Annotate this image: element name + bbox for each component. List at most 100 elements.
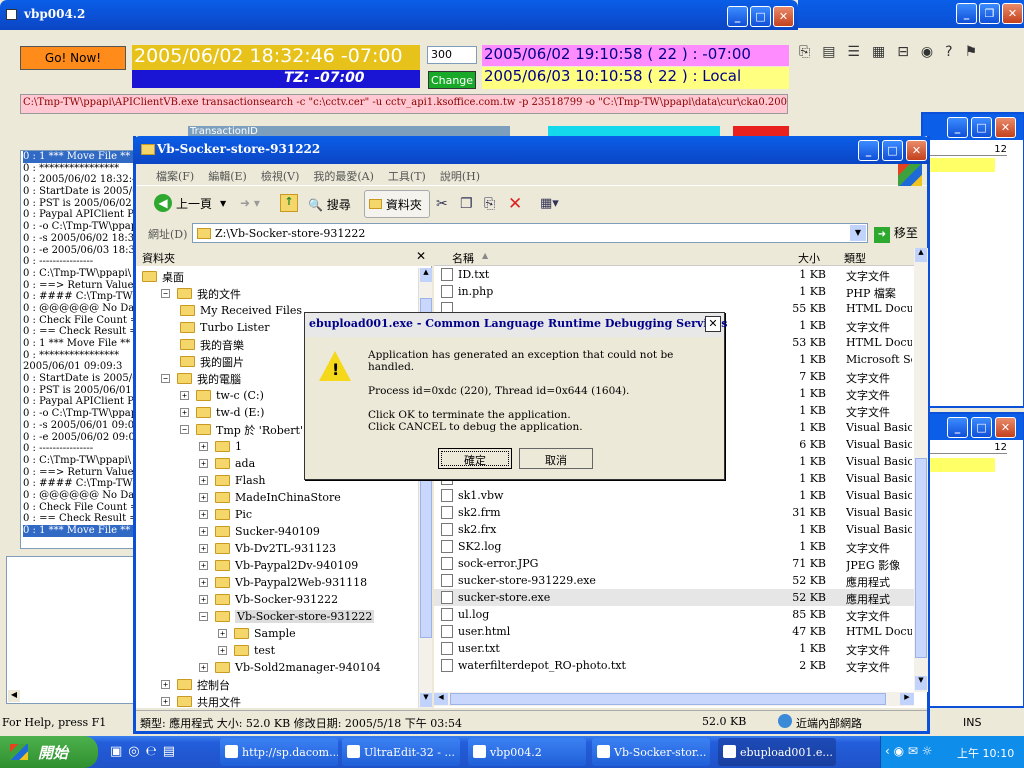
file-row[interactable]: waterfilterdepot_RO-photo.txt 2 KB 文字文件 — [434, 657, 914, 674]
expand-icon[interactable]: + — [199, 459, 208, 468]
tree-item[interactable]: + Vb-Socker-931222 — [199, 591, 338, 608]
log-line[interactable]: 0 : C:\Tmp-TW\ppapi\ — [23, 268, 137, 280]
collapse-icon[interactable]: − — [161, 289, 170, 298]
menu-item[interactable]: 檔案(F) — [156, 168, 194, 184]
close-icon[interactable]: ✕ — [416, 249, 426, 263]
log-line[interactable]: 0 : == Check Result = — [23, 513, 137, 525]
log-line[interactable]: 0 : 2005/06/02 18:32:4 — [23, 174, 137, 186]
file-row[interactable]: ul.log 85 KB 文字文件 — [434, 606, 914, 623]
col-name[interactable]: 名稱 — [452, 250, 474, 266]
expand-icon[interactable]: + — [199, 510, 208, 519]
expand-icon[interactable]: + — [199, 493, 208, 502]
go-button[interactable]: ➜ 移至 — [874, 224, 918, 243]
file-row[interactable]: sock-error.JPG 71 KB JPEG 影像 — [434, 555, 914, 572]
log-line[interactable]: 0 : 1 *** Move File ** — [23, 151, 137, 163]
tree-item[interactable]: − 我的文件 — [161, 285, 241, 302]
expand-icon[interactable]: + — [180, 408, 189, 417]
minimize-button[interactable]: _ — [947, 117, 968, 138]
expand-icon[interactable]: + — [199, 442, 208, 451]
collapse-icon[interactable]: − — [199, 612, 208, 621]
log-line[interactable]: 0 : -o C:\Tmp-TW\ppap — [23, 221, 137, 233]
log-line[interactable]: 0 : Check File Count = — [23, 502, 137, 514]
maximize-button[interactable]: □ — [882, 140, 903, 161]
tree-item[interactable]: 桌面 — [142, 268, 184, 285]
copy-icon[interactable]: ❐ — [460, 196, 473, 212]
expand-icon[interactable]: + — [218, 646, 227, 655]
tree-item[interactable]: Turbo Lister — [180, 319, 270, 336]
close-button[interactable]: ✕ — [705, 316, 721, 332]
expand-icon[interactable]: + — [199, 663, 208, 672]
menu-item[interactable]: 工具(T) — [388, 168, 426, 184]
paste-icon[interactable]: ⎘ — [484, 196, 495, 212]
maximize-button[interactable]: □ — [750, 6, 771, 27]
file-hscrollbar[interactable]: ◀ ▶ — [434, 692, 914, 706]
tree-item[interactable]: + Vb-Paypal2Dv-940109 — [199, 557, 358, 574]
log-line[interactable]: 0 : **************** — [23, 163, 137, 175]
tree-item[interactable]: + Sample — [218, 625, 296, 642]
expand-icon[interactable]: + — [161, 680, 170, 689]
close-button[interactable]: ✕ — [773, 6, 794, 27]
tree-item[interactable]: + Vb-Paypal2Web-931118 — [199, 574, 367, 591]
tree-item[interactable]: + Vb-Sold2manager-940104 — [199, 659, 381, 676]
expand-icon[interactable]: + — [199, 595, 208, 604]
tree-item[interactable]: + Pic — [199, 506, 252, 523]
collapse-icon[interactable]: − — [180, 425, 189, 434]
delete-icon[interactable]: ✕ — [508, 194, 522, 214]
log-line[interactable]: 0 : ---------------- — [23, 256, 137, 268]
restore-button[interactable]: ❐ — [979, 3, 1000, 24]
tree-item[interactable]: + tw-d (E:) — [180, 404, 264, 421]
log-line[interactable]: 0 : Paypal APIClient Pa — [23, 396, 137, 408]
tree-item[interactable]: 我的音樂 — [180, 336, 244, 353]
expand-icon[interactable]: + — [199, 578, 208, 587]
file-row[interactable]: ID.txt 1 KB 文字文件 — [434, 266, 914, 283]
taskbar-item[interactable]: UltraEdit-32 - ... — [342, 738, 460, 766]
expand-icon[interactable]: + — [199, 476, 208, 485]
col-size[interactable]: 大小 — [798, 250, 820, 266]
log-line[interactable]: 0 : @@@@@@ No Da — [23, 303, 137, 315]
menu-item[interactable]: 說明(H) — [440, 168, 480, 184]
log-line[interactable]: 0 : ==> Return Value = — [23, 280, 137, 292]
file-row[interactable]: sk1.vbw 1 KB Visual Basic Proj — [434, 487, 914, 504]
expand-icon[interactable]: + — [199, 544, 208, 553]
log-line[interactable]: 2005/06/01 09:09:3 — [23, 361, 137, 373]
tree-item[interactable]: My Received Files — [180, 302, 302, 319]
log-line[interactable]: 0 : StartDate is 2005/06 — [23, 186, 137, 198]
log-line[interactable]: 0 : **************** — [23, 350, 137, 362]
tree-item[interactable]: + Vb-Dv2TL-931123 — [199, 540, 336, 557]
tree-item[interactable]: − Vb-Socker-store-931222 — [199, 608, 375, 625]
up-folder-icon[interactable]: ↑ — [280, 194, 298, 212]
log-line[interactable]: 0 : -o C:\Tmp-TW\ppap — [23, 408, 137, 420]
search-button[interactable]: 🔍 搜尋 — [308, 196, 351, 213]
log-line[interactable]: 0 : -e 2005/06/03 18:32 — [23, 245, 137, 257]
views-icon[interactable]: ▦▾ — [540, 196, 559, 211]
menu-item[interactable]: 我的最愛(A) — [313, 168, 374, 184]
menu-item[interactable]: 檢視(V) — [261, 168, 300, 184]
log-list[interactable]: 0 : 1 *** Move File ** 0 : **************… — [20, 150, 138, 549]
taskbar-item[interactable]: http://sp.dacom... — [220, 738, 338, 766]
minimize-button[interactable]: _ — [956, 3, 977, 24]
expand-icon[interactable]: + — [218, 629, 227, 638]
log-line[interactable]: 0 : StartDate is 2005/06 — [23, 373, 137, 385]
log-line[interactable]: 0 : #### C:\Tmp-TW\p — [23, 291, 137, 303]
log-line[interactable]: 0 : -e 2005/06/02 09:09 — [23, 432, 137, 444]
maximize-button[interactable]: □ — [971, 417, 992, 438]
log-line[interactable]: 0 : PST is 2005/06/02 1 — [23, 198, 137, 210]
minimize-button[interactable]: _ — [727, 6, 748, 27]
go-now-button[interactable]: Go! Now! — [20, 46, 126, 70]
change-button[interactable]: Change — [428, 71, 476, 89]
folders-button[interactable]: 資料夾 — [364, 190, 430, 218]
minimize-button[interactable]: _ — [947, 417, 968, 438]
expand-icon[interactable]: + — [161, 697, 170, 706]
expand-icon[interactable]: + — [199, 527, 208, 536]
maximize-button[interactable]: □ — [971, 117, 992, 138]
log-line[interactable]: 0 : #### C:\Tmp-TW\p — [23, 478, 137, 490]
log-line[interactable]: 0 : 1 *** Move File ** — [23, 338, 137, 350]
file-row[interactable]: sk2.frx 1 KB Visual Basic Fon — [434, 521, 914, 538]
log-line[interactable]: 0 : Paypal APIClient Pa — [23, 209, 137, 221]
expand-icon[interactable]: + — [180, 391, 189, 400]
taskbar-item[interactable]: vbp004.2 — [468, 738, 586, 766]
cut-icon[interactable]: ✂ — [436, 196, 448, 212]
file-row[interactable]: user.html 47 KB HTML Documer — [434, 623, 914, 640]
tree-item[interactable]: + tw-c (C:) — [180, 387, 264, 404]
menu-item[interactable]: 編輯(E) — [208, 168, 247, 184]
